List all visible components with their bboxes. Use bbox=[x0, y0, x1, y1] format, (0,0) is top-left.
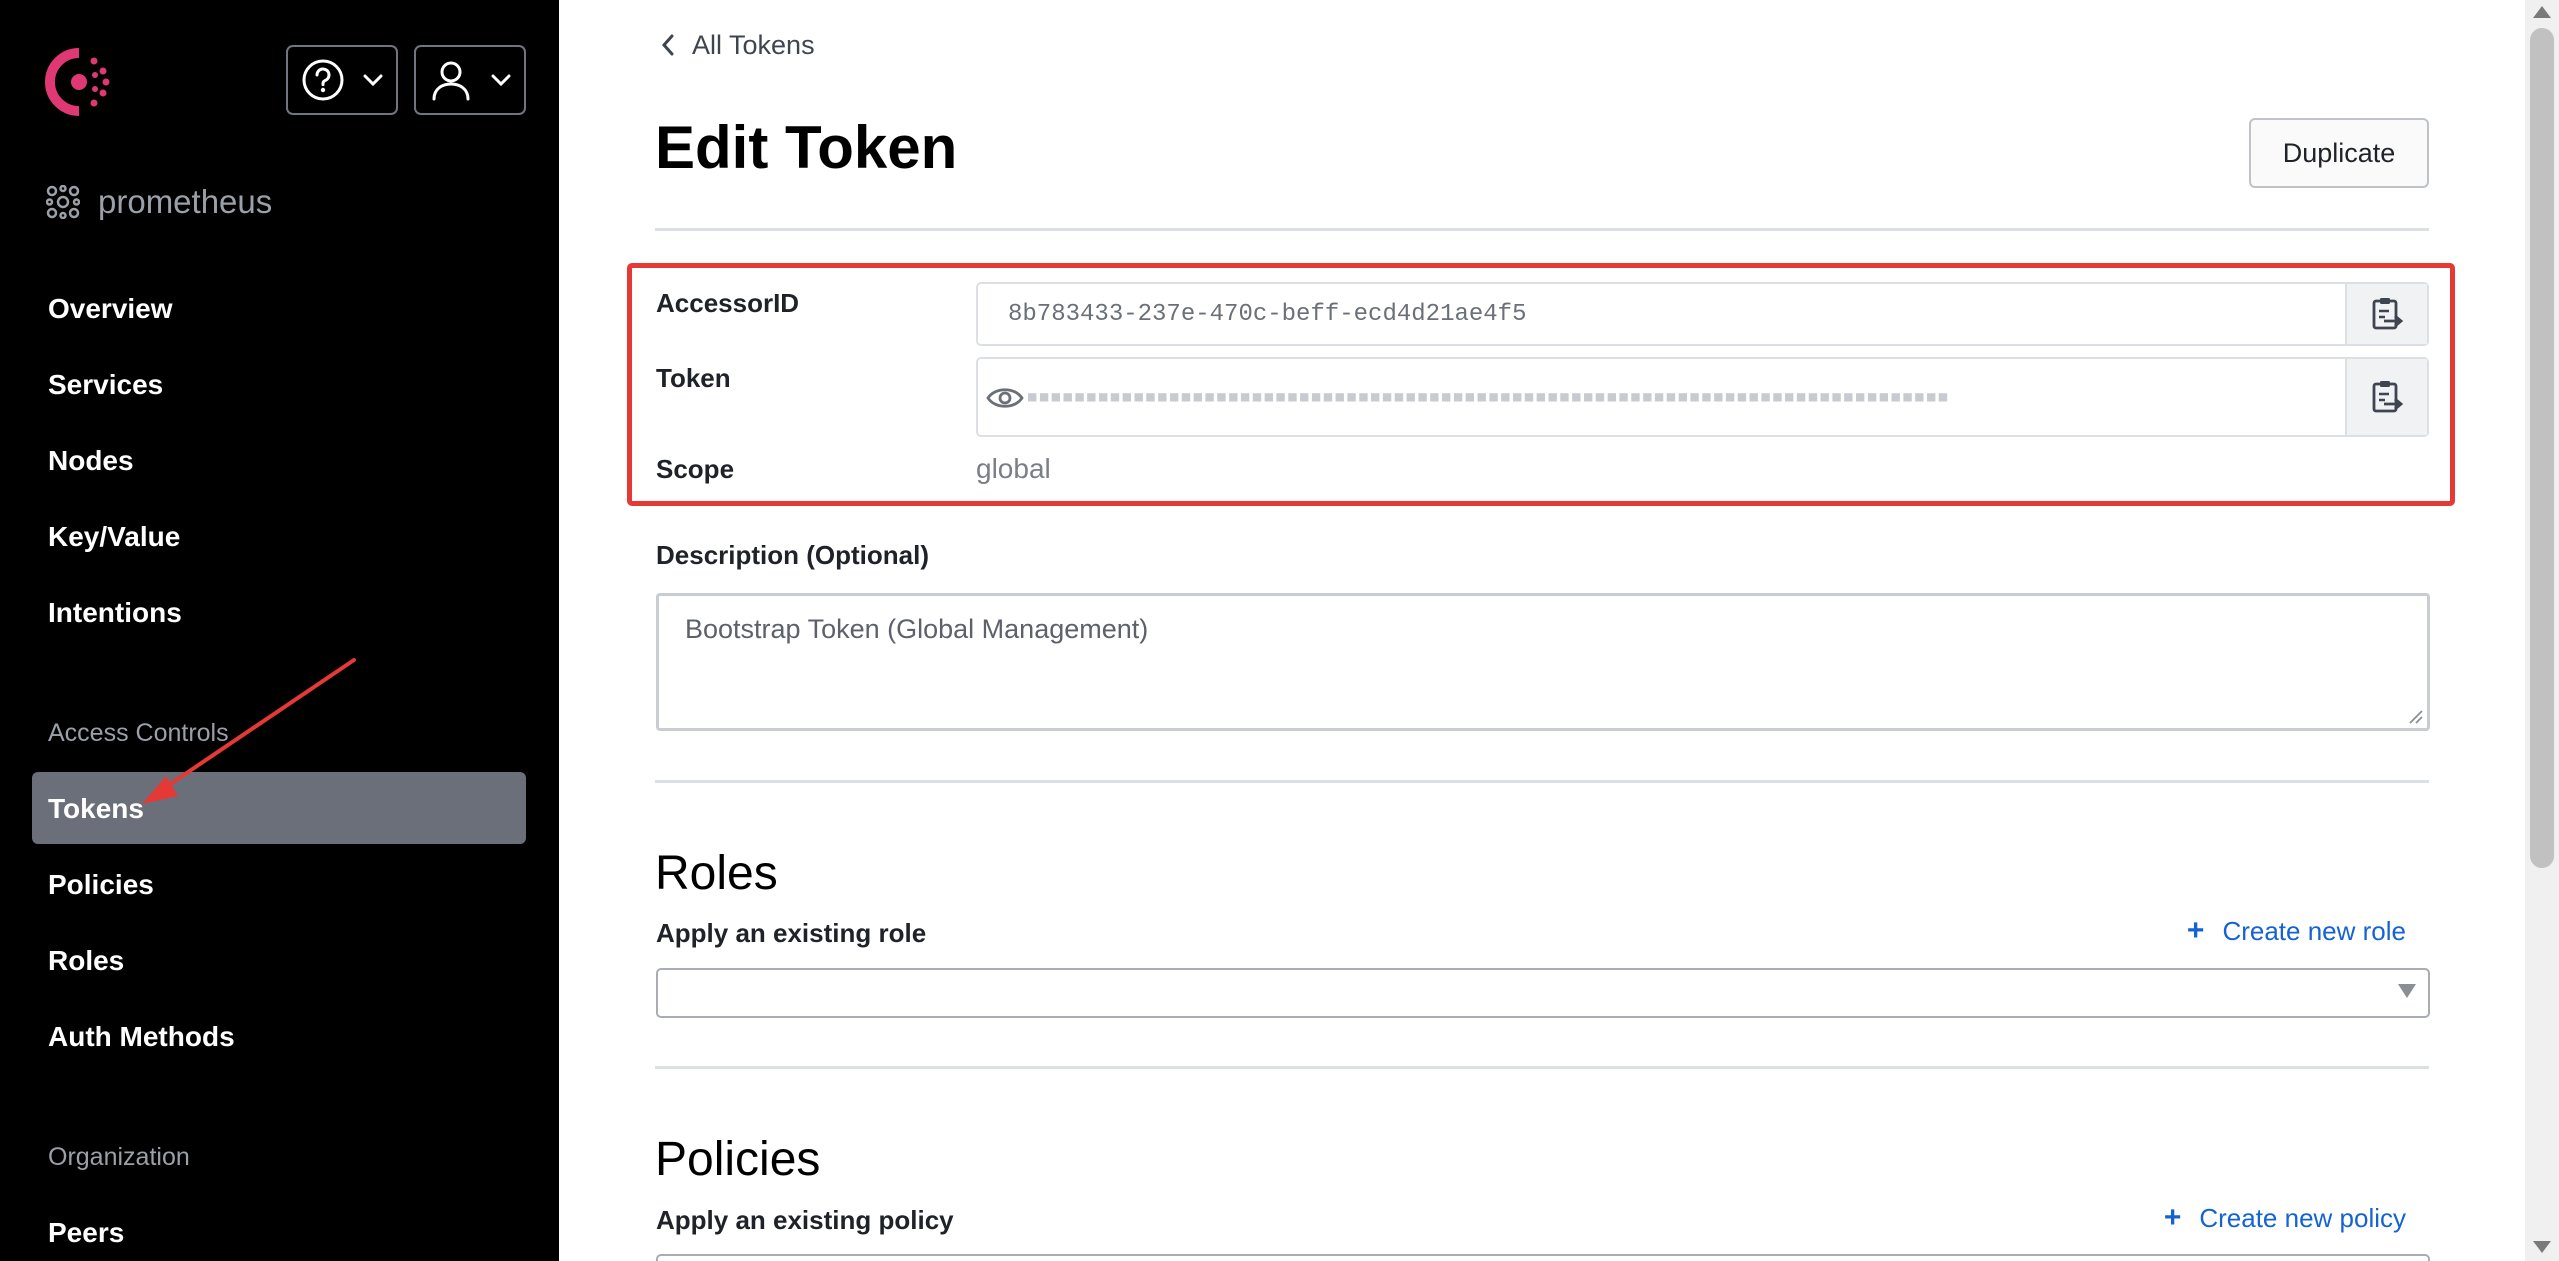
sidebar-item-key-value[interactable]: Key/Value bbox=[48, 517, 180, 557]
accessor-id-value: 8b783433-237e-470c-beff-ecd4d21ae4f5 bbox=[1008, 300, 1527, 328]
datacenter-icon bbox=[46, 185, 80, 219]
token-masked-value: ■■■■■■■■■■■■■■■■■■■■■■■■■■■■■■■■■■■■■■■■… bbox=[1028, 389, 1951, 405]
create-new-role-label: Create new role bbox=[2222, 915, 2406, 946]
sidebar-item-policies[interactable]: Policies bbox=[48, 865, 154, 905]
help-circle-icon bbox=[302, 59, 344, 101]
sidebar-item-tokens[interactable]: Tokens bbox=[48, 789, 144, 829]
sidebar-item-roles[interactable]: Roles bbox=[48, 941, 124, 981]
sidebar-item-nodes[interactable]: Nodes bbox=[48, 441, 134, 481]
scope-label: Scope bbox=[656, 454, 735, 484]
accessor-id-field: 8b783433-237e-470c-beff-ecd4d21ae4f5 bbox=[976, 282, 2429, 346]
chevron-down-icon bbox=[363, 74, 383, 87]
plus-icon: + bbox=[2163, 1201, 2182, 1234]
divider bbox=[655, 780, 2429, 783]
create-new-policy-label: Create new policy bbox=[2199, 1202, 2406, 1233]
copy-token-button[interactable] bbox=[2345, 359, 2427, 435]
chevron-down-icon bbox=[491, 74, 511, 87]
scroll-down-arrow-icon[interactable] bbox=[2533, 1241, 2551, 1253]
scroll-up-arrow-icon[interactable] bbox=[2533, 6, 2551, 18]
user-menu-button[interactable] bbox=[414, 45, 526, 115]
sidebar-item-peers[interactable]: Peers bbox=[48, 1213, 124, 1253]
token-field: ■■■■■■■■■■■■■■■■■■■■■■■■■■■■■■■■■■■■■■■■… bbox=[976, 357, 2429, 437]
description-label: Description (Optional) bbox=[656, 540, 929, 570]
accessor-id-label: AccessorID bbox=[656, 288, 800, 318]
sidebar-item-overview[interactable]: Overview bbox=[48, 289, 173, 329]
sidebar: prometheus Overview Services Nodes Key/V… bbox=[0, 0, 559, 1261]
roles-heading: Roles bbox=[655, 847, 778, 900]
scope-value: global bbox=[976, 453, 1051, 484]
divider bbox=[655, 228, 2429, 231]
back-link-all-tokens[interactable]: All Tokens bbox=[660, 24, 815, 66]
datacenter-name: prometheus bbox=[98, 183, 273, 220]
clipboard-copy-icon bbox=[2372, 381, 2404, 413]
clipboard-copy-icon bbox=[2372, 298, 2404, 330]
page-title: Edit Token bbox=[655, 114, 958, 181]
token-label: Token bbox=[656, 363, 731, 393]
apply-existing-role-label: Apply an existing role bbox=[656, 918, 927, 948]
divider bbox=[655, 1066, 2429, 1069]
apply-existing-policy-label: Apply an existing policy bbox=[656, 1205, 954, 1235]
datacenter-selector[interactable]: prometheus bbox=[46, 180, 272, 224]
policy-select[interactable] bbox=[656, 1254, 2430, 1261]
create-new-policy-link[interactable]: + Create new policy bbox=[2164, 1201, 2406, 1235]
dropdown-arrow-icon bbox=[2398, 984, 2416, 998]
role-select[interactable] bbox=[656, 968, 2430, 1018]
sidebar-item-services[interactable]: Services bbox=[48, 365, 163, 405]
description-textarea[interactable]: Bootstrap Token (Global Management) bbox=[656, 593, 2430, 731]
section-heading-access-controls: Access Controls bbox=[48, 719, 229, 747]
eye-icon[interactable] bbox=[986, 384, 1024, 412]
sidebar-item-auth-methods[interactable]: Auth Methods bbox=[48, 1017, 235, 1057]
user-icon bbox=[432, 61, 470, 101]
duplicate-button[interactable]: Duplicate bbox=[2249, 118, 2429, 188]
copy-accessor-id-button[interactable] bbox=[2345, 284, 2427, 344]
create-new-role-link[interactable]: + Create new role bbox=[2187, 914, 2406, 948]
section-heading-organization: Organization bbox=[48, 1143, 190, 1171]
resize-handle-icon[interactable] bbox=[2406, 707, 2424, 725]
help-menu-button[interactable] bbox=[286, 45, 398, 115]
scrollbar-thumb[interactable] bbox=[2530, 28, 2554, 868]
plus-icon: + bbox=[2186, 914, 2205, 947]
chevron-left-icon bbox=[661, 34, 674, 56]
description-value: Bootstrap Token (Global Management) bbox=[685, 614, 1149, 644]
consul-logo-icon[interactable] bbox=[42, 45, 116, 119]
policies-heading: Policies bbox=[655, 1133, 821, 1186]
sidebar-item-intentions[interactable]: Intentions bbox=[48, 593, 182, 633]
back-link-label: All Tokens bbox=[692, 29, 815, 60]
